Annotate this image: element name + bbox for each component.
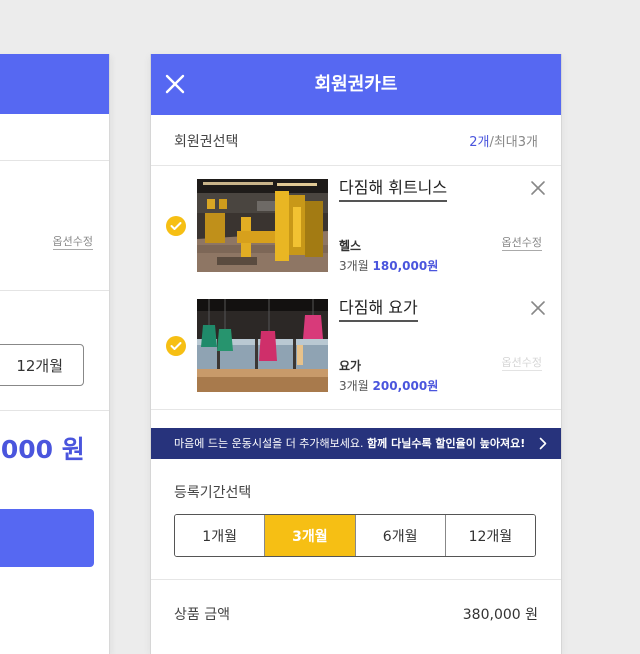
period-option-3-months[interactable]: 3개월: [265, 515, 356, 556]
item-type: 헬스: [339, 239, 362, 253]
item-duration: 3개월: [339, 379, 369, 393]
item-price: 3개월 180,000원: [339, 257, 438, 274]
item-type: 요가: [339, 359, 362, 373]
page-title: 회원권카트: [314, 74, 398, 95]
remove-item-button[interactable]: [527, 297, 549, 319]
cart-panel: 회원권카트 회원권선택 2개/최대3개 다짐해 휘트니스 헬스 옵션수정 3개월…: [150, 54, 562, 654]
product-amount-label: 상품 금액: [174, 607, 230, 623]
selection-count: 2개/최대3개: [469, 131, 538, 150]
close-icon: [531, 181, 545, 195]
yoga-photo: [197, 299, 328, 392]
remove-item-button[interactable]: [527, 177, 549, 199]
chevron-right-icon: [539, 437, 547, 450]
item-checkbox[interactable]: [166, 216, 186, 236]
background-card: 옵션수정 12개월 0,000 원: [0, 54, 110, 654]
banner-highlight: 함께 다닐수록 할인율이 높아져요!: [367, 437, 526, 450]
option-edit-link[interactable]: 옵션수정: [501, 236, 542, 251]
cart-header: 회원권카트: [151, 54, 561, 115]
background-card-header: [0, 54, 109, 114]
period-selector: 1개월 3개월 6개월 12개월: [174, 514, 536, 557]
option-edit-link[interactable]: 옵션수정: [501, 356, 542, 371]
total-price: 0,000 원: [0, 435, 85, 464]
item-duration: 3개월: [339, 259, 369, 273]
selected-count: 2개: [469, 135, 490, 150]
option-edit-link[interactable]: 옵션수정: [52, 235, 93, 250]
item-amount: 200,000원: [372, 379, 439, 393]
divider: [151, 409, 561, 410]
item-name[interactable]: 다짐해 요가: [339, 298, 418, 322]
close-icon: [165, 74, 185, 94]
banner-text: 마음에 드는 운동시설을 더 추가해보세요. 함께 다닐수록 할인율이 높아져요…: [174, 428, 525, 459]
cart-item: 다짐해 요가 요가 옵션수정 3개월 200,000원: [151, 286, 561, 404]
close-icon: [531, 301, 545, 315]
period-option-12-months[interactable]: 12개월: [445, 515, 535, 556]
add-facility-banner[interactable]: 마음에 드는 운동시설을 더 추가해보세요. 함께 다닐수록 할인율이 높아져요…: [151, 428, 561, 459]
close-button[interactable]: [159, 68, 191, 100]
divider: [0, 410, 109, 411]
period-option-6-months[interactable]: 6개월: [355, 515, 446, 556]
period-option-selected[interactable]: 12개월: [0, 344, 84, 386]
item-amount: 180,000원: [372, 259, 439, 273]
section-title: 회원권선택: [174, 134, 239, 150]
banner-message: 마음에 드는 운동시설을 더 추가해보세요.: [174, 437, 364, 450]
purchase-button[interactable]: [0, 509, 94, 567]
item-name[interactable]: 다짐해 휘트니스: [339, 178, 448, 202]
section-title: 등록기간선택: [174, 485, 252, 501]
product-amount-value: 380,000 원: [462, 607, 538, 623]
divider: [0, 290, 109, 291]
divider: [151, 579, 561, 580]
divider: [0, 160, 109, 161]
period-option-1-month[interactable]: 1개월: [175, 515, 266, 556]
cart-item: 다짐해 휘트니스 헬스 옵션수정 3개월 180,000원: [151, 166, 561, 284]
item-checkbox[interactable]: [166, 336, 186, 356]
membership-selection-row: 회원권선택 2개/최대3개: [151, 115, 561, 166]
max-count: /최대3개: [489, 135, 538, 150]
check-icon: [170, 342, 182, 350]
gym-photo: [197, 179, 328, 272]
item-price: 3개월 200,000원: [339, 377, 438, 394]
check-icon: [170, 222, 182, 230]
